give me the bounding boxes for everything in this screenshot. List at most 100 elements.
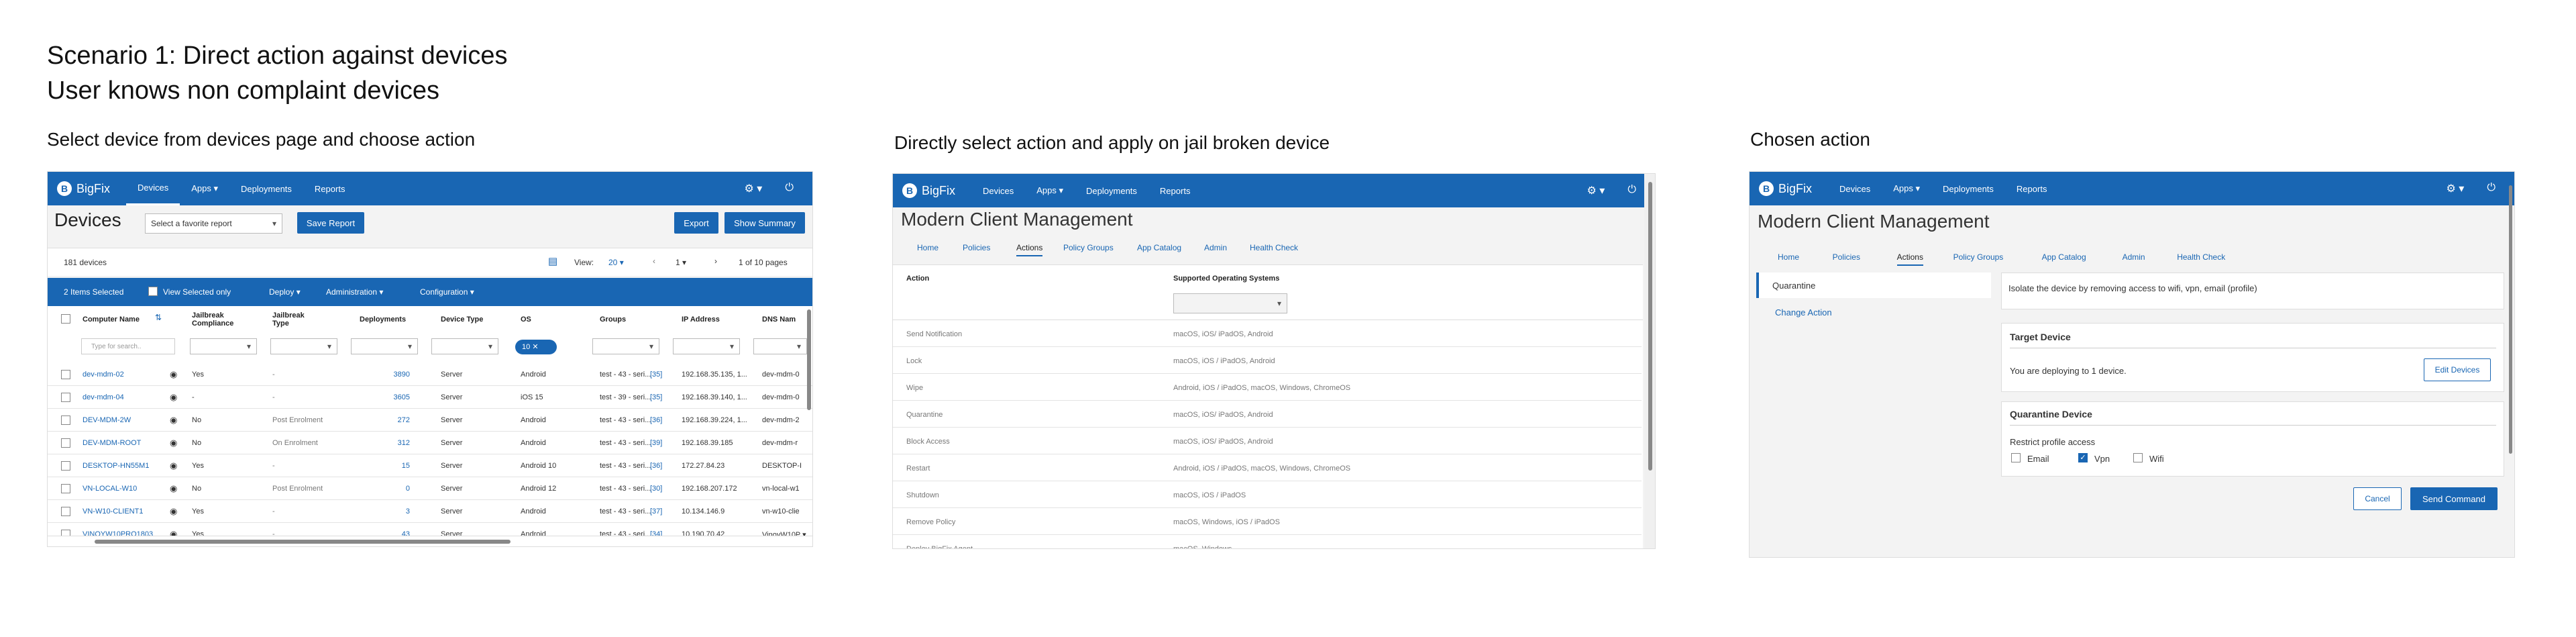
tab-admin[interactable]: Admin bbox=[1204, 243, 1227, 252]
cell-gc[interactable]: [35] bbox=[650, 393, 662, 401]
tab-actions[interactable]: Actions bbox=[1016, 243, 1043, 256]
cell-name[interactable]: VN-W10-CLIENT1 bbox=[83, 507, 143, 516]
cell-name[interactable]: DESKTOP-HN55M1 bbox=[83, 462, 149, 470]
cell-name[interactable]: VN-LOCAL-W10 bbox=[83, 485, 137, 493]
power-icon[interactable]: ⏻ bbox=[785, 182, 794, 195]
nav-reports[interactable]: Reports bbox=[2005, 172, 2059, 205]
select-all-checkbox[interactable] bbox=[61, 314, 70, 324]
col-jailbreak-type[interactable]: Jailbreak Type bbox=[272, 311, 319, 328]
vpn-checkbox[interactable]: ✓ bbox=[2078, 453, 2088, 462]
row-checkbox[interactable] bbox=[61, 484, 70, 493]
vertical-scrollbar[interactable] bbox=[1648, 182, 1652, 471]
cell-dep[interactable]: 15 bbox=[356, 462, 410, 470]
wifi-checkbox[interactable] bbox=[2133, 453, 2143, 462]
nav-apps[interactable]: Apps ▾ bbox=[1882, 172, 1931, 205]
row-checkbox[interactable] bbox=[61, 461, 70, 471]
nav-apps[interactable]: Apps ▾ bbox=[1025, 174, 1075, 207]
tab-home[interactable]: Home bbox=[917, 243, 938, 252]
power-icon[interactable]: ⏻ bbox=[2487, 182, 2496, 195]
cell-gc[interactable]: [39] bbox=[650, 439, 662, 447]
cell-dep[interactable]: 312 bbox=[356, 439, 410, 447]
configuration-menu[interactable]: Configuration ▾ bbox=[420, 287, 474, 297]
cell-gc[interactable]: [37] bbox=[650, 507, 662, 516]
dns-filter[interactable] bbox=[753, 338, 807, 354]
columns-icon[interactable]: ▤ bbox=[548, 255, 557, 267]
close-icon[interactable]: ✕ bbox=[532, 343, 538, 351]
device-type-filter[interactable] bbox=[431, 338, 498, 354]
cell-gc[interactable]: [36] bbox=[650, 416, 662, 424]
power-icon[interactable]: ⏻ bbox=[1627, 184, 1636, 197]
nav-deployments[interactable]: Deployments bbox=[229, 172, 303, 205]
next-page-icon[interactable]: › bbox=[714, 256, 717, 266]
tab-policy-groups[interactable]: Policy Groups bbox=[1953, 252, 2004, 262]
save-report-button[interactable]: Save Report bbox=[297, 212, 364, 234]
cell-gc[interactable]: [35] bbox=[650, 371, 662, 379]
col-supported-os[interactable]: Supported Operating Systems bbox=[1173, 275, 1279, 283]
cell-name[interactable]: dev-mdm-04 bbox=[83, 393, 124, 401]
deploy-menu[interactable]: Deploy ▾ bbox=[269, 287, 301, 297]
horizontal-scrollbar[interactable] bbox=[95, 540, 511, 544]
email-checkbox[interactable] bbox=[2011, 453, 2021, 462]
col-os[interactable]: OS bbox=[521, 315, 531, 324]
export-button[interactable]: Export bbox=[674, 212, 718, 234]
jailbreak-type-filter[interactable] bbox=[270, 338, 337, 354]
row-checkbox[interactable] bbox=[61, 507, 70, 516]
view-count-select[interactable]: 20 ▾ bbox=[608, 258, 624, 267]
nav-devices[interactable]: Devices bbox=[1828, 172, 1882, 205]
tab-health-check[interactable]: Health Check bbox=[1250, 243, 1298, 252]
row-checkbox[interactable] bbox=[61, 438, 70, 448]
col-computer-name[interactable]: Computer Name bbox=[83, 315, 140, 324]
cell-name[interactable]: DEV-MDM-ROOT bbox=[83, 439, 141, 447]
edit-devices-button[interactable]: Edit Devices bbox=[2424, 358, 2491, 381]
action-row[interactable] bbox=[893, 481, 1642, 508]
row-checkbox[interactable] bbox=[61, 370, 70, 379]
cell-dep[interactable]: 3 bbox=[356, 507, 410, 516]
nav-deployments[interactable]: Deployments bbox=[1931, 172, 2005, 205]
cell-dep[interactable]: 3890 bbox=[356, 371, 410, 379]
cell-dep[interactable]: 0 bbox=[356, 485, 410, 493]
page-select[interactable]: 1 ▾ bbox=[676, 258, 686, 267]
show-summary-button[interactable]: Show Summary bbox=[724, 212, 805, 234]
cell-name[interactable]: dev-mdm-02 bbox=[83, 371, 124, 379]
computer-name-search[interactable]: Type for search.. bbox=[81, 338, 175, 354]
cell-name[interactable]: DEV-MDM-2W bbox=[83, 416, 131, 424]
os-filter-select[interactable] bbox=[1173, 293, 1287, 313]
view-selected-checkbox[interactable] bbox=[148, 287, 158, 296]
os-filter-chip[interactable]: 10 ✕ bbox=[515, 340, 557, 354]
cell-dep[interactable]: 272 bbox=[356, 416, 410, 424]
gear-icon[interactable]: ⚙ ▾ bbox=[2447, 182, 2465, 195]
cell-gc[interactable]: [36] bbox=[650, 462, 662, 470]
gear-icon[interactable]: ⚙ ▾ bbox=[745, 182, 763, 195]
action-row[interactable] bbox=[893, 535, 1642, 548]
tab-health-check[interactable]: Health Check bbox=[2177, 252, 2225, 262]
nav-apps[interactable]: Apps ▾ bbox=[180, 172, 229, 205]
vertical-scrollbar[interactable] bbox=[2509, 185, 2512, 454]
col-dns-name[interactable]: DNS Nam bbox=[762, 315, 796, 324]
sort-icon[interactable]: ⇅ bbox=[155, 313, 162, 322]
groups-filter[interactable] bbox=[592, 338, 659, 354]
deployments-filter[interactable] bbox=[351, 338, 418, 354]
tab-actions[interactable]: Actions bbox=[1896, 252, 1923, 266]
favorite-report-select[interactable]: Select a favorite report bbox=[145, 213, 282, 234]
tab-admin[interactable]: Admin bbox=[2123, 252, 2145, 262]
col-device-type[interactable]: Device Type bbox=[441, 315, 483, 324]
side-item-quarantine[interactable]: Quarantine bbox=[1756, 273, 1991, 298]
tab-policies[interactable]: Policies bbox=[963, 243, 990, 252]
nav-reports[interactable]: Reports bbox=[303, 172, 357, 205]
send-command-button[interactable]: Send Command bbox=[2410, 487, 2498, 510]
cell-gc[interactable]: [30] bbox=[650, 485, 662, 493]
nav-devices[interactable]: Devices bbox=[971, 174, 1025, 207]
tab-app-catalog[interactable]: App Catalog bbox=[1137, 243, 1181, 252]
nav-reports[interactable]: Reports bbox=[1148, 174, 1202, 207]
col-ip-address[interactable]: IP Address bbox=[682, 315, 720, 324]
administration-menu[interactable]: Administration ▾ bbox=[326, 287, 383, 297]
tab-app-catalog[interactable]: App Catalog bbox=[2042, 252, 2086, 262]
row-checkbox[interactable] bbox=[61, 393, 70, 402]
nav-deployments[interactable]: Deployments bbox=[1075, 174, 1148, 207]
col-action[interactable]: Action bbox=[906, 275, 929, 283]
nav-devices[interactable]: Devices bbox=[126, 172, 180, 205]
col-jailbreak-compliance[interactable]: Jailbreak Compliance bbox=[192, 311, 246, 328]
tab-policy-groups[interactable]: Policy Groups bbox=[1063, 243, 1114, 252]
compliance-filter[interactable] bbox=[190, 338, 257, 354]
col-groups[interactable]: Groups bbox=[600, 315, 626, 324]
